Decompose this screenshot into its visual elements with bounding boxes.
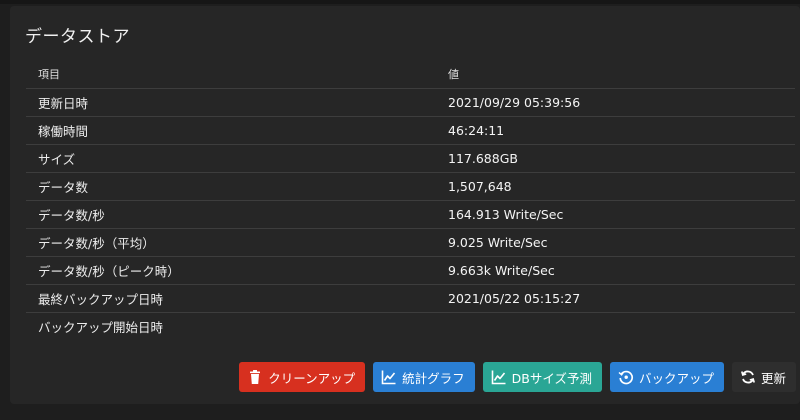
table-row: データ数/秒 164.913 Write/Sec bbox=[26, 200, 795, 229]
row-value: 2021/09/29 05:39:56 bbox=[436, 88, 795, 117]
row-value: 1,507,648 bbox=[436, 172, 795, 201]
action-buttons: クリーンアップ 統計グラフ DBサイズ予測 バックアップ 更新 bbox=[239, 362, 796, 392]
row-key: データ数/秒 bbox=[26, 200, 436, 229]
table-row: データ数 1,507,648 bbox=[26, 172, 795, 201]
row-key: 最終バックアップ日時 bbox=[26, 284, 436, 313]
table-row: データ数/秒（平均） 9.025 Write/Sec bbox=[26, 228, 795, 257]
refresh-button-label: 更新 bbox=[760, 370, 786, 386]
datastore-panel: データストア 項目 値 更新日時 2021/09/29 05:39:56 稼働時… bbox=[10, 6, 800, 404]
row-key: 更新日時 bbox=[26, 88, 436, 117]
backup-icon bbox=[618, 370, 633, 385]
backup-button[interactable]: バックアップ bbox=[609, 362, 724, 392]
table-row: データ数/秒（ピーク時） 9.663k Write/Sec bbox=[26, 256, 795, 285]
table-row: バックアップ開始日時 bbox=[26, 312, 795, 340]
row-key: 稼働時間 bbox=[26, 116, 436, 145]
row-value: 164.913 Write/Sec bbox=[436, 200, 795, 229]
refresh-icon bbox=[741, 370, 755, 384]
column-header-key: 項目 bbox=[26, 60, 436, 89]
stats-graph-button-label: 統計グラフ bbox=[402, 370, 465, 386]
row-key: バックアップ開始日時 bbox=[38, 319, 164, 335]
table-row: 最終バックアップ日時 2021/05/22 05:15:27 bbox=[26, 284, 795, 313]
row-value: 9.663k Write/Sec bbox=[436, 256, 795, 285]
datastore-table: 項目 値 更新日時 2021/09/29 05:39:56 稼働時間 46:24… bbox=[26, 60, 795, 340]
backup-button-label: バックアップ bbox=[638, 370, 714, 386]
row-key: サイズ bbox=[26, 144, 436, 173]
row-key: データ数 bbox=[26, 172, 436, 201]
row-value: 9.025 Write/Sec bbox=[436, 228, 795, 257]
top-bar bbox=[0, 0, 800, 4]
db-size-forecast-button[interactable]: DBサイズ予測 bbox=[482, 362, 602, 392]
row-value: 117.688GB bbox=[436, 144, 795, 173]
line-chart-icon bbox=[381, 370, 396, 385]
row-value: 2021/05/22 05:15:27 bbox=[436, 284, 795, 313]
row-key: データ数/秒（平均） bbox=[26, 228, 436, 257]
row-key: データ数/秒（ピーク時） bbox=[26, 256, 436, 285]
table-header-row: 項目 値 bbox=[26, 60, 795, 89]
row-value: 46:24:11 bbox=[436, 116, 795, 145]
stats-graph-button[interactable]: 統計グラフ bbox=[373, 362, 475, 392]
row-value bbox=[436, 312, 795, 340]
panel-title: データストア bbox=[25, 27, 130, 47]
cleanup-button-label: クリーンアップ bbox=[268, 370, 356, 386]
column-header-value: 値 bbox=[436, 60, 795, 89]
table-row: 更新日時 2021/09/29 05:39:56 bbox=[26, 88, 795, 117]
refresh-button[interactable]: 更新 bbox=[731, 362, 796, 392]
table-row: 稼働時間 46:24:11 bbox=[26, 116, 795, 145]
table-row: サイズ 117.688GB bbox=[26, 144, 795, 173]
line-chart-icon bbox=[491, 370, 506, 385]
trash-icon bbox=[250, 370, 261, 384]
cleanup-button[interactable]: クリーンアップ bbox=[239, 362, 366, 392]
db-size-forecast-button-label: DBサイズ予測 bbox=[511, 370, 592, 386]
